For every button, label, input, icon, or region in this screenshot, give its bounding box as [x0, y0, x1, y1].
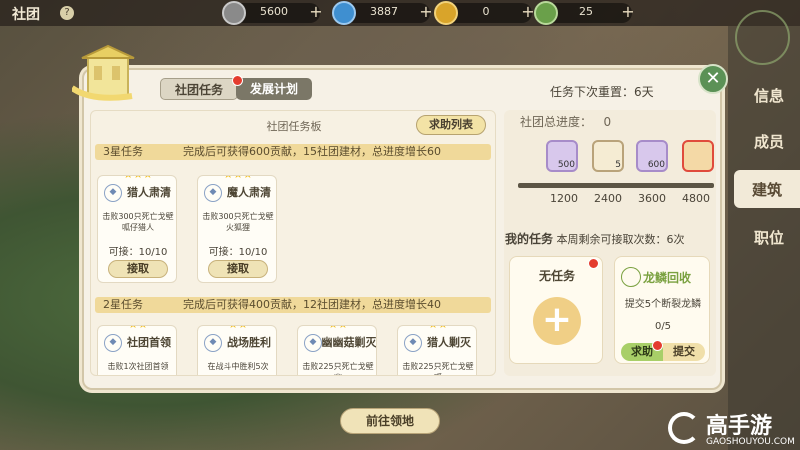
- compass-icon: [735, 10, 790, 65]
- top-bar: 社团 ? 5600 + 3887 + 0 + 25 +: [0, 0, 800, 26]
- watermark-logo: 高手游 GAOSHOUYOU.COM: [662, 408, 800, 450]
- reset-timer: 任务下次重置：6天: [550, 85, 654, 99]
- task-card[interactable]: ★★★ ◆ 魔人肃清 击败300只死亡戈壁火狐狸 可接：10/10 接取: [197, 175, 277, 283]
- add-task-button[interactable]: +: [533, 297, 581, 345]
- progress-tick: 3600: [638, 192, 666, 205]
- total-progress: 社团总进度： 0: [520, 115, 612, 129]
- task-desc: 击败1次社团首领: [107, 362, 169, 371]
- dragon-task-desc: 提交5个断裂龙鳞: [624, 299, 702, 310]
- task-name: 社团首领: [127, 336, 171, 349]
- scroll-icon[interactable]: 5: [592, 140, 624, 172]
- empty-task-label: 无任务: [538, 269, 575, 283]
- notification-dot: [588, 258, 599, 269]
- star-rating: ★★: [398, 326, 476, 331]
- resource-gold: 0 +: [434, 1, 535, 25]
- silver-medal-icon[interactable]: 500: [546, 140, 578, 172]
- tier-2-header: 2星任务 完成后可获得400贡献，12社团建材，总进度增长40: [95, 297, 491, 313]
- task-desc: 击败225只死亡戈壁呱: [402, 362, 474, 375]
- watermark-text: 高手游: [706, 414, 773, 439]
- gold-token-icon: [434, 1, 458, 25]
- tab-guild-tasks[interactable]: 社团任务: [160, 78, 239, 100]
- book-icon[interactable]: [682, 140, 714, 172]
- task-desc: 击败300只死亡戈壁呱仔猎人: [102, 212, 174, 232]
- blue-gem-icon: [332, 1, 356, 25]
- task-board: 社团任务板 求助列表 3星任务 完成后可获得600贡献，15社团建材，总进度增长…: [90, 110, 496, 376]
- task-name: 猎人剿灭: [427, 336, 471, 349]
- task-desc: 在战斗中胜利5次: [207, 362, 269, 371]
- star-rating: ★★★: [98, 176, 176, 181]
- tier-3-header: 3星任务 完成后可获得600贡献，15社团建材，总进度增长60: [95, 144, 491, 160]
- task-name: 猎人肃清: [127, 186, 171, 199]
- task-desc: 击败225只死亡戈壁幽: [302, 362, 374, 375]
- accept-button[interactable]: 接取: [208, 260, 268, 278]
- progress-tick: 1200: [550, 192, 578, 205]
- total-progress-value: 0: [603, 115, 612, 129]
- task-progress: 可接：10/10: [208, 247, 268, 258]
- resource-green: 25 +: [534, 1, 635, 25]
- help-list-button[interactable]: 求助列表: [416, 115, 486, 135]
- screen-title: 社团: [12, 7, 40, 23]
- go-to-territory-button[interactable]: 前往领地: [340, 408, 440, 434]
- star-rating: ★★★: [198, 176, 276, 181]
- notification-dot: [652, 340, 663, 351]
- add-green-button[interactable]: +: [618, 3, 638, 23]
- task-progress: 可接：10/10: [108, 247, 168, 258]
- nav-buildings[interactable]: 建筑: [734, 170, 800, 208]
- task-card[interactable]: ★★ ◆ 战场胜利 在战斗中胜利5次: [197, 325, 277, 375]
- task-card[interactable]: ★★★ ◆ 猎人肃清 击败300只死亡戈壁呱仔猎人 可接：10/10 接取: [97, 175, 177, 283]
- empty-task-slot[interactable]: 无任务 +: [509, 256, 603, 364]
- star-rating: ★★: [298, 326, 376, 331]
- task-card[interactable]: ★★ ◆ 社团首领 击败1次社团首领: [97, 325, 177, 375]
- task-name: 魔人肃清: [227, 186, 271, 199]
- star-rating: ★★: [98, 326, 176, 331]
- dragon-task-progress: 0/5: [654, 321, 672, 332]
- progress-bar: [518, 183, 714, 188]
- task-card[interactable]: ★★ ◆ 幽幽菇剿灭 击败225只死亡戈壁幽: [297, 325, 377, 375]
- nav-info[interactable]: 信息: [738, 76, 800, 114]
- dragon-task-name: 龙鳞回收: [643, 271, 692, 285]
- task-card[interactable]: ★★ ◆ 猎人剿灭 击败225只死亡戈壁呱: [397, 325, 477, 375]
- progress-tick: 2400: [594, 192, 622, 205]
- resource-silver: 5600 +: [222, 1, 323, 25]
- task-desc: 击败300只死亡戈壁火狐狸: [202, 212, 274, 232]
- progress-tick: 4800: [682, 192, 710, 205]
- add-gem-button[interactable]: +: [416, 3, 436, 23]
- nav-positions[interactable]: 职位: [738, 218, 800, 256]
- task-name: 战场胜利: [227, 336, 271, 349]
- tab-development-plan[interactable]: 发展计划: [236, 78, 313, 100]
- logo-icon: [668, 412, 700, 444]
- dragon-scale-icon: [621, 267, 641, 287]
- add-silver-button[interactable]: +: [306, 3, 326, 23]
- guild-emblem-icon: [72, 44, 135, 101]
- green-token-icon: [534, 1, 558, 25]
- notification-dot: [232, 75, 243, 86]
- close-button[interactable]: ✕: [698, 64, 728, 94]
- resource-gem: 3887 +: [332, 1, 433, 25]
- silver-coin-icon: [222, 1, 246, 25]
- watermark-url: GAOSHOUYOU.COM: [706, 437, 795, 447]
- nav-members[interactable]: 成员: [738, 122, 800, 160]
- help-icon[interactable]: ?: [60, 6, 74, 20]
- accept-button[interactable]: 接取: [108, 260, 168, 278]
- silver-medal-icon[interactable]: 600: [636, 140, 668, 172]
- task-name: 幽幽菇剿灭: [321, 336, 377, 349]
- submit-button[interactable]: 提交: [663, 343, 705, 361]
- star-rating: ★★: [198, 326, 276, 331]
- my-tasks-header: 我的任务 本周剩余可接取次数：6次: [505, 232, 685, 246]
